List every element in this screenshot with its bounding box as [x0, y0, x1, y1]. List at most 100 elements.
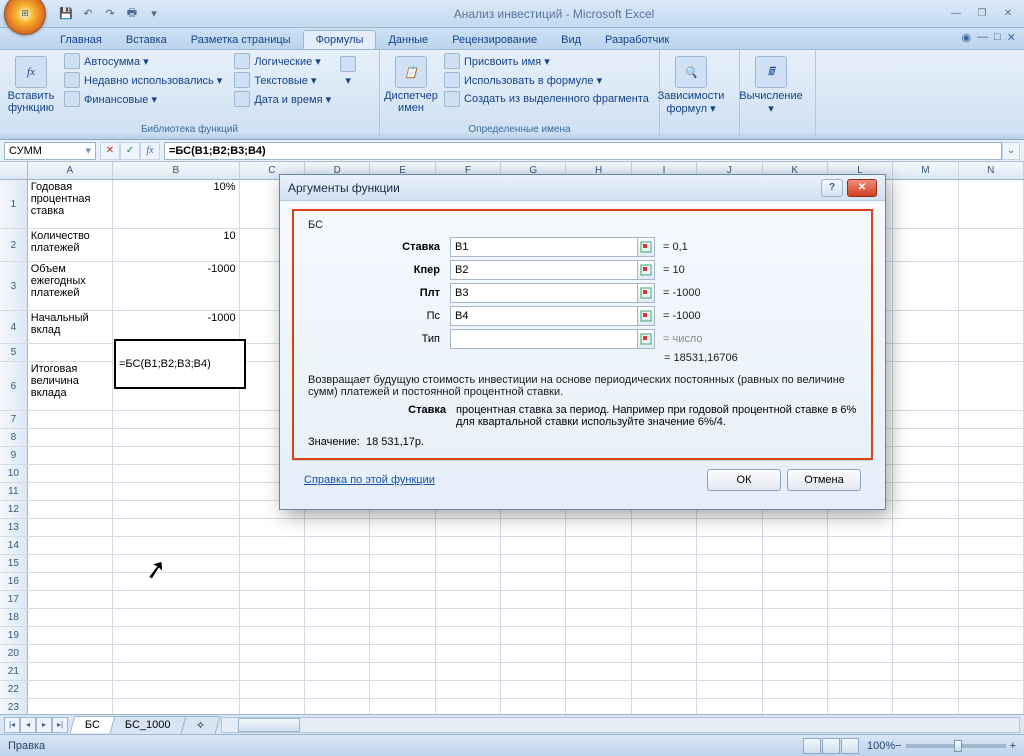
cell[interactable]: [370, 555, 435, 572]
cell[interactable]: [240, 591, 305, 608]
select-all-corner[interactable]: [0, 162, 28, 179]
cell[interactable]: [763, 591, 828, 608]
row-header[interactable]: 20: [0, 645, 28, 662]
cell[interactable]: [370, 537, 435, 554]
cell[interactable]: [370, 663, 435, 680]
ref-edit-button[interactable]: [637, 260, 655, 280]
cell[interactable]: [566, 537, 631, 554]
close-button[interactable]: ✕: [996, 5, 1020, 23]
cell[interactable]: [370, 609, 435, 626]
cancel-button[interactable]: Отмена: [787, 469, 861, 491]
row-header[interactable]: 16: [0, 573, 28, 590]
cell[interactable]: [632, 609, 697, 626]
cell[interactable]: [893, 229, 958, 261]
cell[interactable]: [436, 699, 501, 714]
cell[interactable]: [697, 627, 762, 644]
cell[interactable]: [763, 573, 828, 590]
cell[interactable]: [697, 591, 762, 608]
cell[interactable]: [113, 483, 240, 500]
maximize-button[interactable]: ❐: [970, 5, 994, 23]
cell[interactable]: [113, 555, 240, 572]
cell[interactable]: [305, 663, 370, 680]
cell[interactable]: [28, 537, 113, 554]
cell[interactable]: [566, 555, 631, 572]
arg-input[interactable]: [450, 306, 638, 326]
cell[interactable]: [959, 645, 1024, 662]
cell[interactable]: Количество платежей: [28, 229, 113, 261]
cell[interactable]: [436, 573, 501, 590]
cell[interactable]: [959, 537, 1024, 554]
qat-print[interactable]: 🖶: [122, 4, 142, 24]
cancel-formula-button[interactable]: ✕: [100, 142, 120, 160]
cell[interactable]: [501, 519, 566, 536]
worksheet-grid[interactable]: A B C D E F G H I J K L M N 1Годовая про…: [0, 162, 1024, 714]
qat-save[interactable]: 💾: [56, 4, 76, 24]
minimize-button[interactable]: —: [944, 5, 968, 23]
cell[interactable]: [893, 555, 958, 572]
row-header[interactable]: 11: [0, 483, 28, 500]
tab-nav-first[interactable]: |◂: [4, 717, 20, 733]
cell[interactable]: [113, 537, 240, 554]
cell[interactable]: [436, 537, 501, 554]
ok-button[interactable]: ОК: [707, 469, 781, 491]
cell[interactable]: [763, 519, 828, 536]
cell[interactable]: [697, 645, 762, 662]
cell[interactable]: [370, 519, 435, 536]
tab-developer[interactable]: Разработчик: [593, 31, 681, 49]
zoom-in-button[interactable]: +: [1010, 740, 1016, 752]
sheet-tab[interactable]: БС_1000: [110, 716, 186, 733]
cell[interactable]: [28, 483, 113, 500]
cell[interactable]: [959, 180, 1024, 228]
row-header[interactable]: 14: [0, 537, 28, 554]
cell[interactable]: [959, 429, 1024, 446]
cell[interactable]: [632, 555, 697, 572]
cell[interactable]: [632, 699, 697, 714]
new-sheet-tab[interactable]: ✧: [180, 716, 220, 734]
cell[interactable]: [501, 573, 566, 590]
cell[interactable]: [305, 591, 370, 608]
cell[interactable]: [370, 699, 435, 714]
cell[interactable]: [697, 573, 762, 590]
name-manager-button[interactable]: 📋 Диспетчер имен: [386, 52, 436, 114]
cell[interactable]: [632, 591, 697, 608]
cell[interactable]: [501, 681, 566, 698]
cell[interactable]: [959, 311, 1024, 343]
cell[interactable]: Начальный вклад: [28, 311, 113, 343]
cell[interactable]: [632, 645, 697, 662]
tab-nav-next[interactable]: ▸: [36, 717, 52, 733]
cell[interactable]: [893, 429, 958, 446]
cell[interactable]: [566, 609, 631, 626]
cell[interactable]: [566, 627, 631, 644]
cell[interactable]: [959, 591, 1024, 608]
cell[interactable]: [113, 501, 240, 518]
cell[interactable]: Годовая процентная ставка: [28, 180, 113, 228]
cell[interactable]: [697, 555, 762, 572]
sheet-tab[interactable]: БС: [70, 716, 116, 733]
cell[interactable]: [28, 501, 113, 518]
cell[interactable]: [113, 609, 240, 626]
cell[interactable]: [763, 681, 828, 698]
col-header[interactable]: B: [113, 162, 240, 179]
cell[interactable]: Объем ежегодных платежей: [28, 262, 113, 310]
cell[interactable]: [893, 681, 958, 698]
row-header[interactable]: 9: [0, 447, 28, 464]
arg-input[interactable]: [450, 329, 638, 349]
row-header[interactable]: 3: [0, 262, 28, 310]
cell[interactable]: [893, 573, 958, 590]
view-pagebreak-button[interactable]: [841, 738, 859, 754]
cell[interactable]: [113, 447, 240, 464]
cell[interactable]: [697, 699, 762, 714]
zoom-level[interactable]: 100%: [867, 740, 895, 752]
qat-undo[interactable]: ↶: [78, 4, 98, 24]
insert-function-button[interactable]: fx Вставить функцию: [6, 52, 56, 114]
cell[interactable]: [501, 627, 566, 644]
cell[interactable]: [893, 362, 958, 410]
cell[interactable]: [28, 591, 113, 608]
more-functions-button[interactable]: ▾: [339, 52, 357, 87]
cell[interactable]: [501, 645, 566, 662]
cell[interactable]: [763, 537, 828, 554]
cell[interactable]: [305, 609, 370, 626]
qat-redo[interactable]: ↷: [100, 4, 120, 24]
row-header[interactable]: 2: [0, 229, 28, 261]
view-pagelayout-button[interactable]: [822, 738, 840, 754]
